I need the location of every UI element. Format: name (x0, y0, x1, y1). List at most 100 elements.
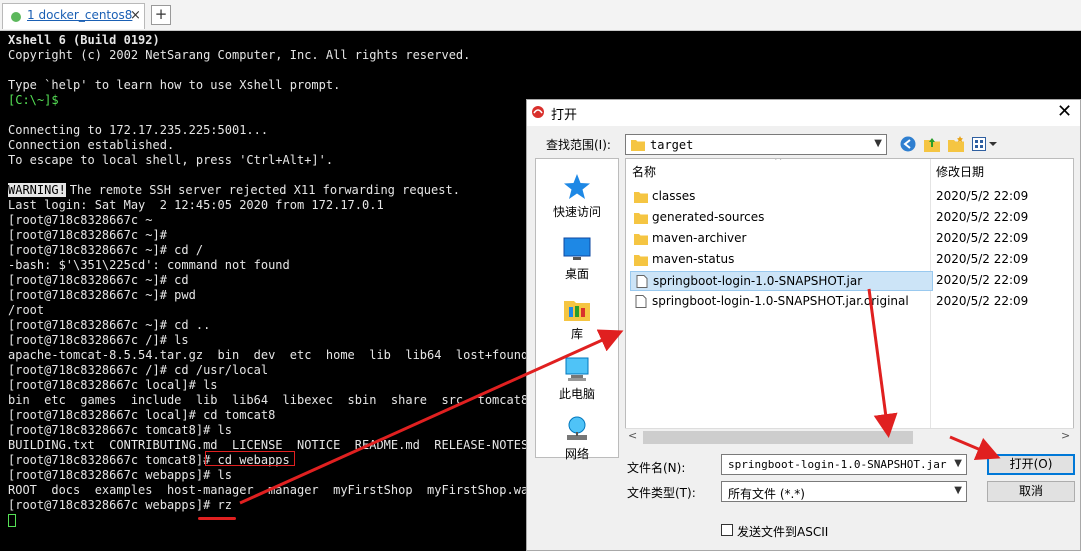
file-date: 2020/5/2 22:09 (936, 252, 1029, 266)
file-name: classes (652, 189, 696, 203)
up-folder-icon[interactable] (923, 135, 941, 153)
terminal-line: Connection established. (8, 138, 175, 152)
library-icon (564, 301, 590, 321)
terminal-line: [root@718c8328667c ~]# cd (8, 273, 189, 287)
view-menu-icon[interactable] (972, 137, 998, 151)
file-name: maven-archiver (652, 231, 747, 245)
terminal-line: Type `help' to learn how to use Xshell p… (8, 78, 341, 92)
file-name: maven-status (652, 252, 735, 266)
file-row[interactable]: classes (630, 187, 933, 207)
terminal-line: [root@718c8328667c webapps]# ls (8, 468, 232, 482)
place-this-pc[interactable]: 此电脑 (536, 351, 618, 411)
terminal-cursor (8, 514, 16, 527)
place-library[interactable]: 库 (536, 291, 618, 351)
annotation-highlight-box (205, 451, 295, 466)
new-folder-icon[interactable] (947, 135, 965, 153)
chevron-down-icon: ▼ (874, 138, 882, 149)
file-row[interactable]: springboot-login-1.0-SNAPSHOT.jar.origin… (630, 292, 933, 312)
terminal-line: Copyright (c) 2002 NetSarang Computer, I… (8, 48, 471, 62)
folder-icon (634, 234, 648, 245)
star-icon (564, 174, 590, 199)
column-header-date[interactable]: 修改日期 (936, 163, 984, 180)
sort-up-icon: ^ (774, 158, 783, 167)
ascii-checkbox-label: 发送文件到ASCII (737, 525, 829, 539)
back-icon[interactable] (900, 136, 916, 152)
folder-icon (634, 213, 648, 224)
terminal-line: [root@718c8328667c ~]# cd .. (8, 318, 211, 332)
terminal-line: [root@718c8328667c /]# cd /usr/local (8, 363, 269, 377)
new-tab-button[interactable]: + (151, 5, 171, 25)
scroll-right-icon[interactable]: > (1061, 429, 1070, 442)
terminal-line: ROOT docs examples host-manager manager … (8, 483, 536, 497)
horizontal-scrollbar[interactable]: < > (625, 428, 1074, 446)
file-row[interactable]: generated-sources (630, 208, 933, 228)
terminal-line: [root@718c8328667c webapps]# rz (8, 498, 232, 512)
lookin-select[interactable]: target ▼ (625, 134, 887, 155)
dialog-close-icon[interactable]: ✕ (1057, 101, 1072, 122)
network-icon (567, 416, 587, 440)
cancel-button[interactable]: 取消 (987, 481, 1075, 502)
terminal-line: [C:\~]$ (8, 93, 59, 107)
terminal-line: Xshell 6 (Build 0192) (8, 33, 160, 47)
terminal-line: Last login: Sat May 2 12:45:05 2020 from… (8, 198, 384, 212)
terminal-line: To escape to local shell, press 'Ctrl+Al… (8, 153, 334, 167)
file-row[interactable]: maven-status (630, 250, 933, 270)
lookin-label: 查找范围(I): (546, 138, 611, 152)
chevron-down-icon: ▼ (954, 485, 962, 496)
terminal-line: -bash: $'\351\225cd': command not found (8, 258, 290, 272)
scrollbar-thumb[interactable] (643, 431, 913, 444)
terminal-line: [root@718c8328667c /]# ls (8, 333, 189, 347)
annotation-underline (198, 517, 236, 520)
folder-icon (634, 255, 648, 266)
terminal-line: [root@718c8328667c ~]# cd / (8, 243, 204, 257)
terminal-line: apache-tomcat-8.5.54.tar.gz bin dev etc … (8, 348, 529, 362)
scroll-left-icon[interactable]: < (628, 429, 637, 442)
xshell-app-icon (532, 106, 544, 118)
terminal-line: Connecting to 172.17.235.225:5001... (8, 123, 269, 137)
place-quick-access[interactable]: 快速访问 (536, 169, 618, 229)
session-tab[interactable]: 1 docker_centos8 × (2, 3, 145, 29)
open-button[interactable]: 打开(O) (987, 454, 1075, 475)
folder-icon (631, 140, 645, 151)
terminal-line: [root@718c8328667c ~ (8, 213, 153, 227)
file-date: 2020/5/2 22:09 (936, 210, 1029, 224)
terminal-line: bin etc games include lib lib64 libexec … (8, 393, 529, 407)
file-name: springboot-login-1.0-SNAPSHOT.jar (653, 274, 863, 288)
filetype-label: 文件类型(T): (627, 486, 696, 500)
file-date: 2020/5/2 22:09 (936, 231, 1029, 245)
file-row[interactable]: springboot-login-1.0-SNAPSHOT.jar (630, 271, 933, 291)
terminal-line-text: The remote SSH server rejected X11 forwa… (69, 183, 460, 197)
file-date: 2020/5/2 22:09 (936, 189, 1029, 203)
ascii-checkbox[interactable] (721, 524, 733, 536)
file-row[interactable]: maven-archiver (630, 229, 933, 249)
tab-close-icon[interactable]: × (130, 8, 141, 23)
file-icon (635, 295, 647, 308)
filename-label: 文件名(N): (627, 461, 686, 475)
terminal-line: [root@718c8328667c local]# cd tomcat8 (8, 408, 276, 422)
terminal-line: [root@718c8328667c local]# ls (8, 378, 218, 392)
dialog-title: 打开 (551, 108, 578, 123)
terminal-line: [root@718c8328667c ~]# pwd (8, 288, 196, 302)
file-date: 2020/5/2 22:09 (936, 273, 1029, 287)
lookin-value: target (650, 138, 694, 152)
place-desktop[interactable]: 桌面 (536, 231, 618, 291)
chevron-down-icon: ▼ (954, 458, 962, 469)
places-bar: 快速访问 桌面 库 此电脑 网络 (535, 158, 619, 461)
terminal-line: [root@718c8328667c tomcat8]# ls (8, 423, 232, 437)
dialog-titlebar: 打开 ✕ (527, 100, 1080, 126)
warning-badge: WARNING! (8, 183, 66, 197)
filename-input[interactable]: springboot-login-1.0-SNAPSHOT.jar ▼ (721, 454, 967, 475)
session-tab-title: 1 docker_centos8 (27, 8, 133, 22)
column-header-name[interactable]: 名称 (632, 163, 656, 180)
file-icon (636, 275, 648, 288)
place-network[interactable]: 网络 (536, 411, 618, 471)
file-list[interactable]: 名称 ^ 修改日期 classes 2020/5/2 22:09 generated… (625, 158, 1074, 445)
session-status-icon (11, 12, 21, 22)
open-file-dialog: 打开 ✕ 查找范围(I): target ▼ 快速访问 桌面 库 此电脑 网络 (526, 99, 1081, 551)
filetype-select[interactable]: 所有文件 (*.*) ▼ (721, 481, 967, 502)
desktop-icon (563, 237, 591, 260)
tab-bar: 1 docker_centos8 × + (0, 0, 1081, 31)
filename-value: springboot-login-1.0-SNAPSHOT.jar (728, 458, 947, 471)
terminal-pane[interactable]: Xshell 6 (Build 0192) Copyright (c) 2002 … (0, 31, 535, 551)
computer-icon (565, 357, 589, 381)
